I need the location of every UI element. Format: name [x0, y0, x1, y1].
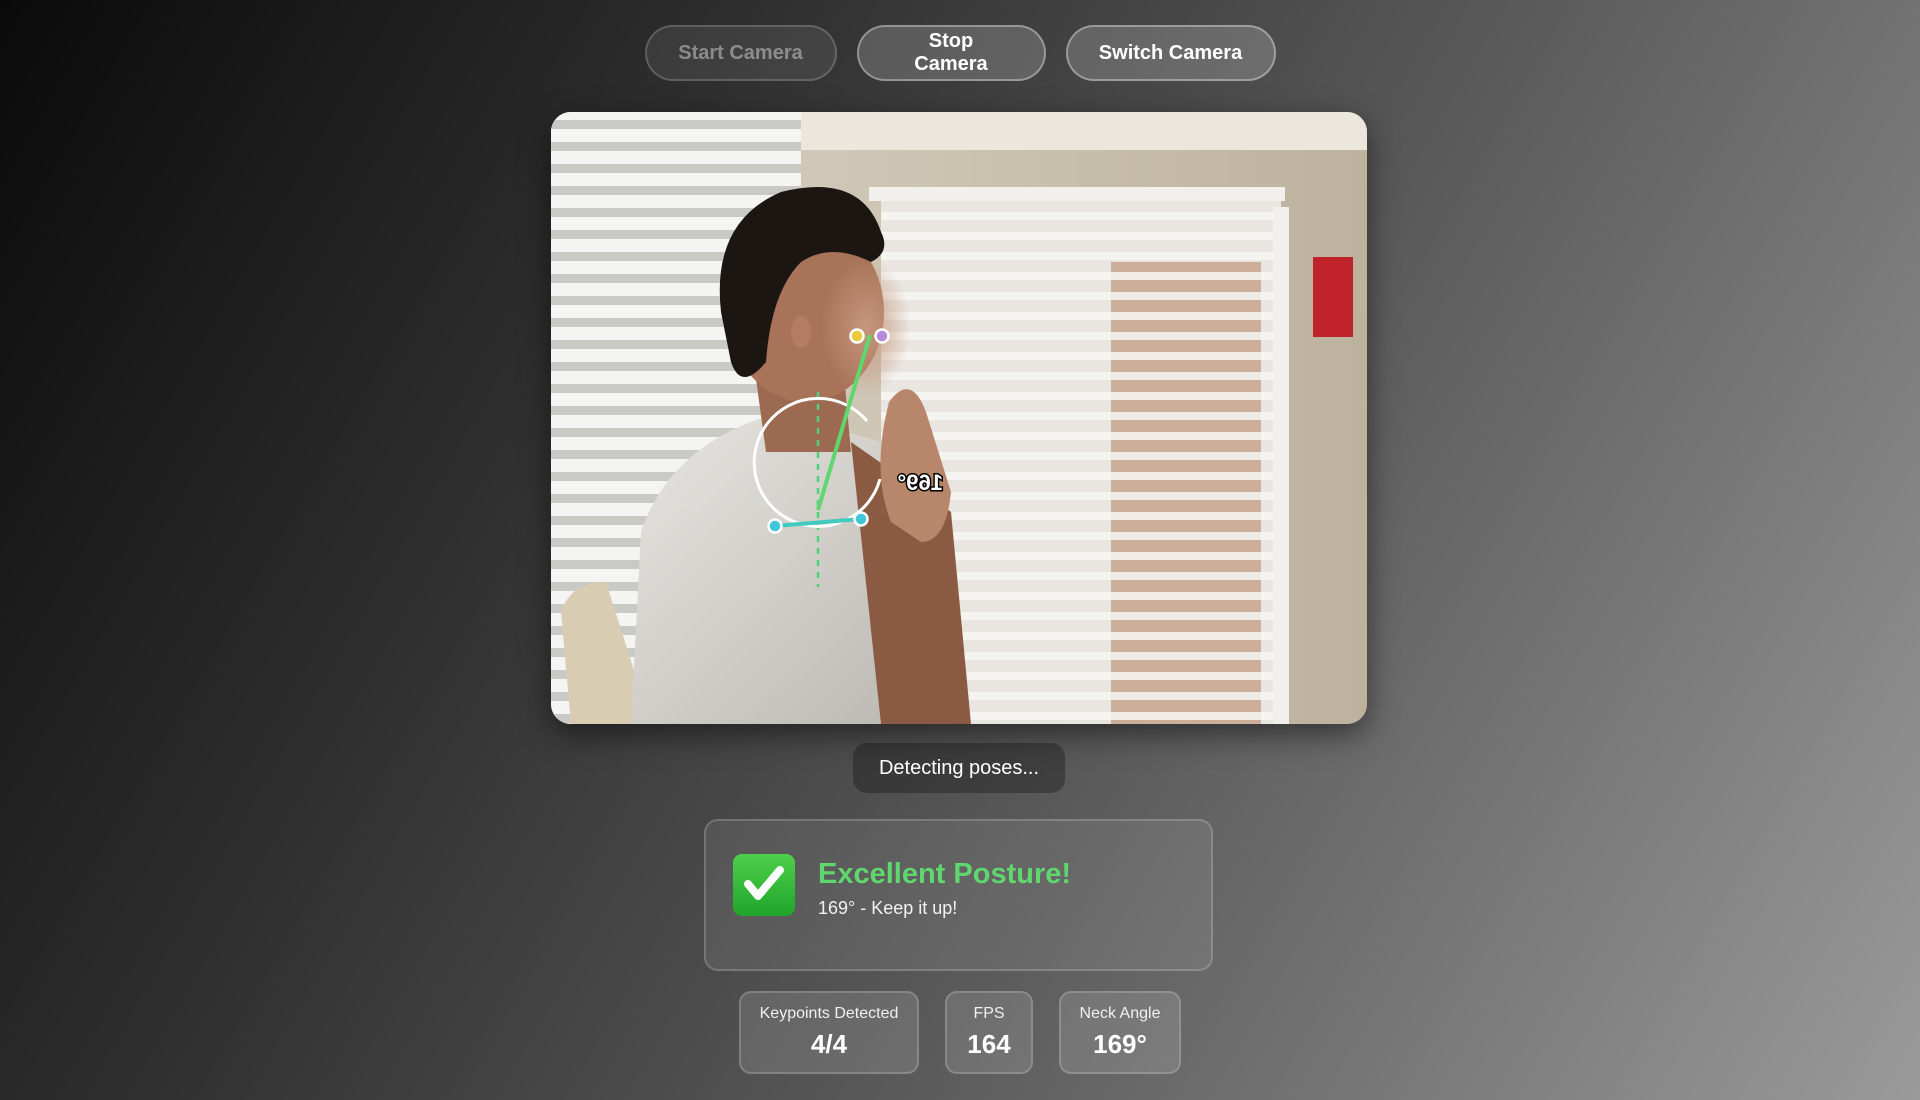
keypoints-value: 4/4 [810, 1029, 848, 1059]
posture-feedback-card: Excellent Posture! 169° - Keep it up! [704, 819, 1213, 971]
posture-message: 169° - Keep it up! [818, 898, 958, 918]
stats-row: Keypoints Detected 4/4 FPS 164 Neck Angl… [0, 991, 1920, 1074]
status-message: Detecting poses... [853, 743, 1065, 793]
neck-angle-label: Neck Angle [1079, 1005, 1161, 1022]
blind-slat [551, 142, 801, 151]
right-ear-keypoint [874, 328, 890, 344]
blind-slat [881, 392, 1276, 400]
blind-slat [551, 186, 801, 195]
fps-value: 164 [967, 1029, 1011, 1059]
blind-slat [551, 164, 801, 173]
blind-slat [881, 412, 1276, 420]
stop-camera-button[interactable]: Stop Camera [856, 25, 1046, 81]
neck-angle-stat: Neck Angle 169° [1059, 991, 1181, 1074]
left-shoulder-keypoint [767, 518, 783, 534]
fps-label: FPS [973, 1005, 1005, 1022]
check-mark-icon [733, 854, 795, 916]
blind-slat [881, 352, 1276, 360]
fps-stat: FPS 164 [945, 991, 1033, 1074]
blind-slat [881, 312, 1276, 320]
camera-feed: 169° [551, 112, 1367, 724]
posture-title: Excellent Posture! [818, 858, 1072, 890]
start-camera-button[interactable]: Start Camera [644, 25, 837, 81]
blind-slat [881, 232, 1276, 240]
camera-feed-canvas: 169° [551, 112, 1367, 724]
blind-slat [881, 432, 1276, 440]
left-ear-keypoint [849, 328, 865, 344]
angle-overlay-label: 169° [897, 470, 943, 495]
keypoints-stat: Keypoints Detected 4/4 [739, 991, 919, 1074]
keypoints-label: Keypoints Detected [759, 1005, 899, 1022]
blind-slat [881, 272, 1276, 280]
blind-slat [881, 292, 1276, 300]
camera-controls: Start Camera Stop Camera Switch Camera [0, 25, 1920, 81]
blind-slat [551, 120, 801, 129]
blind-slat [881, 332, 1276, 340]
blind-slat [881, 372, 1276, 380]
blind-slat [881, 252, 1276, 260]
blind-slat [881, 212, 1276, 220]
right-shoulder-keypoint [853, 511, 869, 527]
red-decoration [1313, 257, 1353, 337]
switch-camera-button[interactable]: Switch Camera [1065, 25, 1276, 81]
neck-angle-value: 169° [1093, 1029, 1147, 1059]
